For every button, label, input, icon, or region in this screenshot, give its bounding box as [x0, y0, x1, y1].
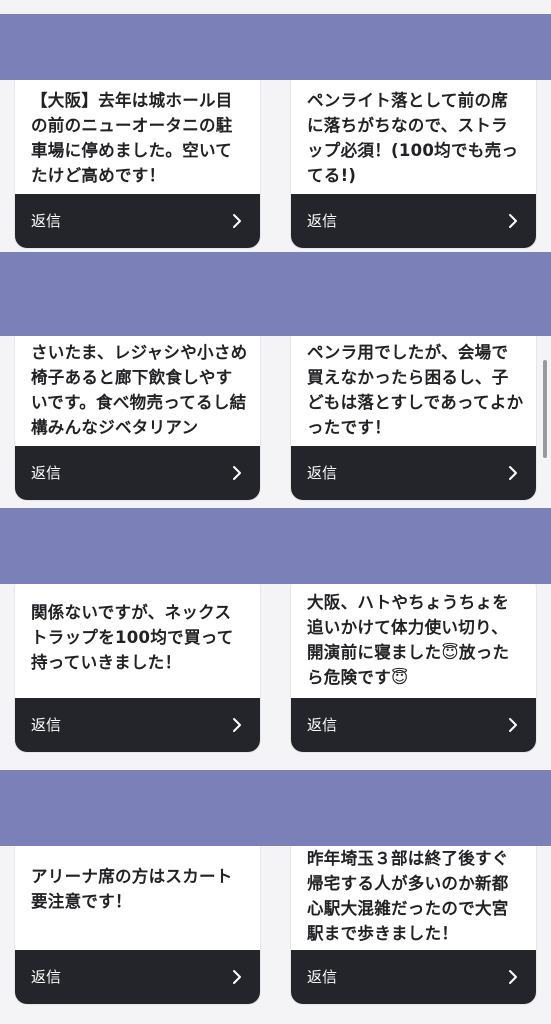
comment-card: 昨年埼玉３部は終了後すぐ帰宅する人が多いのか新都心駅大混雑だったので大宮駅まで歩… — [291, 836, 536, 1004]
reply-label: 返信 — [31, 464, 62, 482]
chevron-right-icon — [233, 718, 241, 732]
comment-card: ペンライト落として前の席に落ちがちなので、ストラップ必須！(100均でも売ってる… — [291, 70, 536, 248]
banner-row-1 — [0, 14, 551, 80]
comment-text: 大阪、ハトやちょうちょを追いかけて体力使い切り、開演前に寝ました😇放ったら危険で… — [307, 593, 510, 687]
chevron-right-icon — [509, 214, 517, 228]
banner-row-3 — [0, 508, 551, 584]
comment-text: 【大阪】去年は城ホール目の前のニューオータニの駐車場に停めました。空いてたけど高… — [31, 91, 233, 185]
reply-button[interactable]: 返信 — [291, 698, 536, 752]
reply-label: 返信 — [307, 716, 338, 734]
comment-text: さいたま、レジャシや小さめ椅子あると廊下飲食しやすいです。食べ物売ってるし結構み… — [31, 343, 248, 437]
chevron-right-icon — [233, 214, 241, 228]
reply-button[interactable]: 返信 — [291, 194, 536, 248]
comment-text: ペンライト落として前の席に落ちがちなので、ストラップ必須！(100均でも売ってる… — [307, 91, 519, 185]
chevron-right-icon — [509, 718, 517, 732]
reply-label: 返信 — [31, 716, 62, 734]
chevron-right-icon — [233, 970, 241, 984]
scrollbar-thumb[interactable] — [543, 360, 547, 458]
reply-button[interactable]: 返信 — [291, 446, 536, 500]
reply-label: 返信 — [31, 212, 62, 230]
banner-row-4 — [0, 770, 551, 846]
chevron-right-icon — [509, 970, 517, 984]
chevron-right-icon — [509, 466, 517, 480]
reply-label: 返信 — [31, 968, 62, 986]
reply-button[interactable]: 返信 — [15, 698, 260, 752]
comment-card: ペンラ用でしたが、会場で買えなかったら困るし、子どもは落とすしであってよかったで… — [291, 326, 536, 500]
reply-button[interactable]: 返信 — [291, 950, 536, 1004]
comment-card: 関係ないですが、ネックストラップを100均で買って持っていきました！ 返信 — [15, 576, 260, 752]
comment-card: アリーナ席の方はスカート要注意です！ 返信 — [15, 836, 260, 1004]
comment-card: 大阪、ハトやちょうちょを追いかけて体力使い切り、開演前に寝ました😇放ったら危険で… — [291, 576, 536, 752]
comment-text: アリーナ席の方はスカート要注意です！ — [31, 867, 233, 911]
banner-row-2 — [0, 252, 551, 336]
reply-label: 返信 — [307, 968, 338, 986]
reply-button[interactable]: 返信 — [15, 950, 260, 1004]
comment-card: 【大阪】去年は城ホール目の前のニューオータニの駐車場に停めました。空いてたけど高… — [15, 70, 260, 248]
reply-button[interactable]: 返信 — [15, 194, 260, 248]
reply-button[interactable]: 返信 — [15, 446, 260, 500]
top-strip — [0, 0, 551, 14]
comment-card: さいたま、レジャシや小さめ椅子あると廊下飲食しやすいです。食べ物売ってるし結構み… — [15, 326, 260, 500]
comment-text: 関係ないですが、ネックストラップを100均で買って持っていきました！ — [31, 603, 234, 672]
comment-text: 昨年埼玉３部は終了後すぐ帰宅する人が多いのか新都心駅大混雑だったので大宮駅まで歩… — [307, 849, 509, 943]
chevron-right-icon — [233, 466, 241, 480]
reply-label: 返信 — [307, 464, 338, 482]
reply-label: 返信 — [307, 212, 338, 230]
comment-text: ペンラ用でしたが、会場で買えなかったら困るし、子どもは落とすしであってよかったで… — [307, 343, 524, 437]
